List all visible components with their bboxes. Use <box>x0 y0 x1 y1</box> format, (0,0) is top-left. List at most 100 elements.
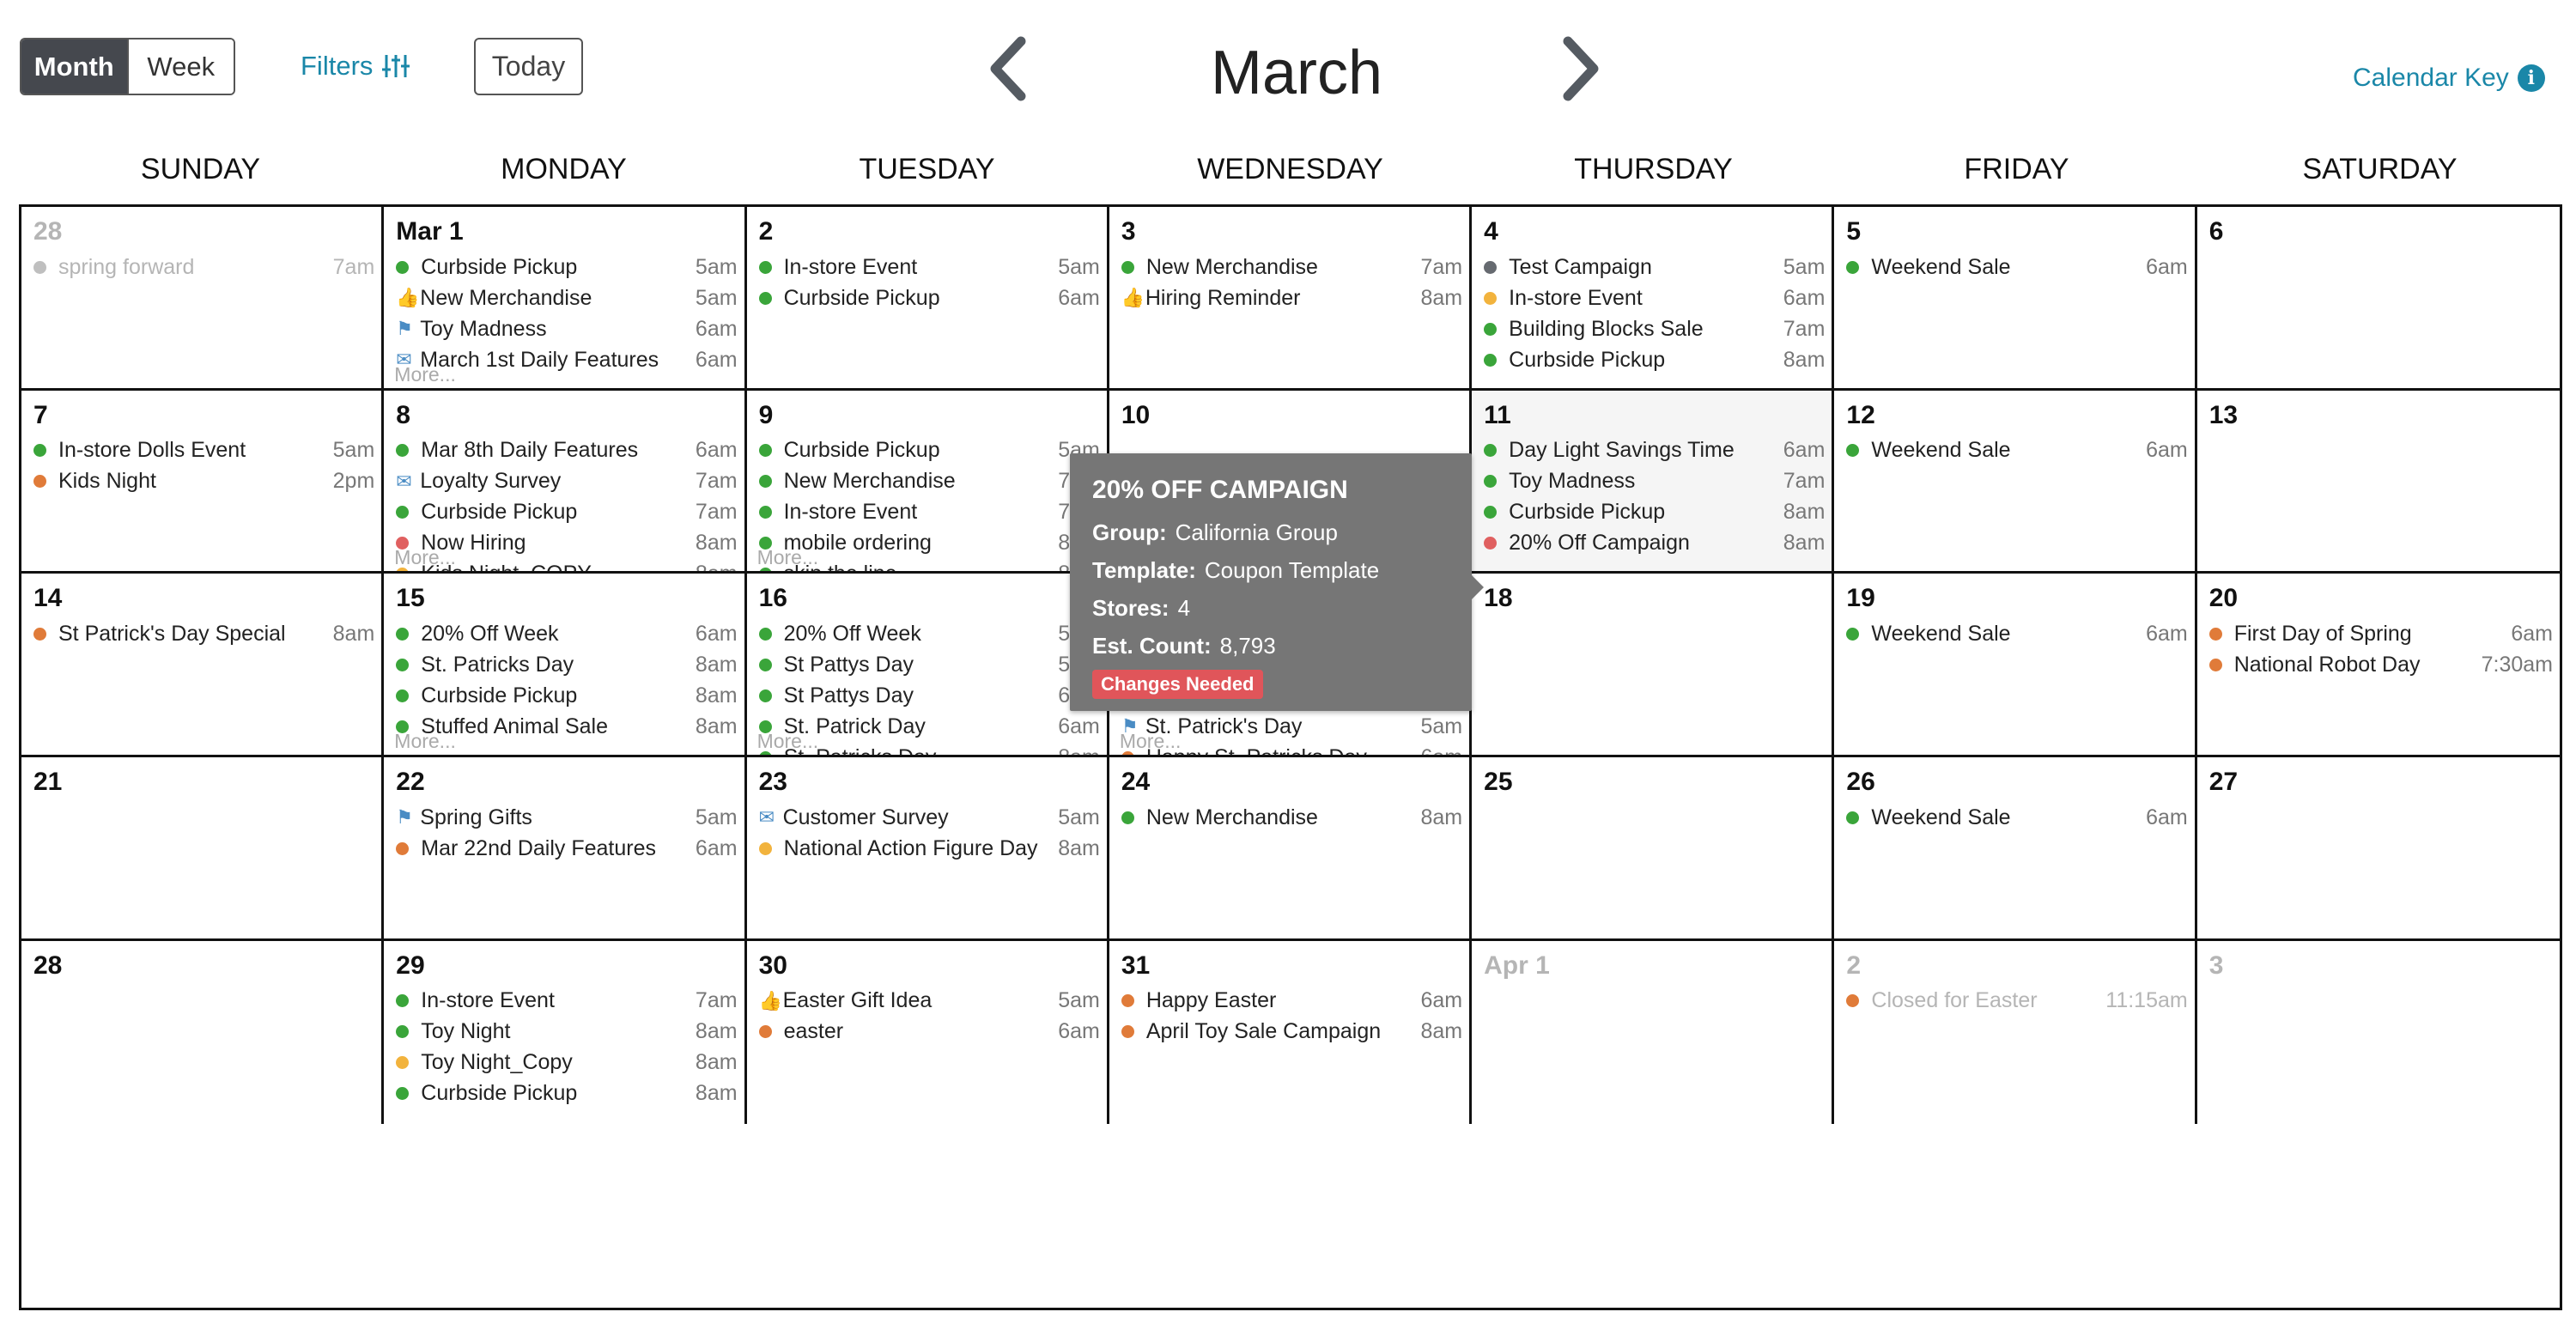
day-cell[interactable]: 6 <box>2196 207 2560 391</box>
calendar-event[interactable]: Curbside Pickup 8am <box>1484 497 1825 528</box>
calendar-event[interactable]: Mar 8th Daily Features 6am <box>396 435 738 466</box>
status-dot-icon <box>1846 994 1860 1008</box>
day-cell[interactable]: 20 First Day of Spring 6am National Robot D… <box>2196 574 2560 757</box>
calendar-event[interactable]: 👍 Hiring Reminder 8am <box>1121 282 1462 313</box>
calendar-event[interactable]: Curbside Pickup 5am <box>396 252 738 282</box>
calendar-event[interactable]: St Pattys Day5am <box>758 649 1100 680</box>
day-cell[interactable]: 3 <box>2197 941 2560 1125</box>
calendar-event[interactable]: April Toy Sale Campaign 8am <box>1121 1017 1462 1048</box>
calendar-event[interactable]: In-store Event7am <box>396 986 738 1017</box>
calendar-event[interactable]: 20% Off Week 6am <box>396 618 738 649</box>
calendar-event[interactable]: Mar 22nd Daily Features 6am <box>396 833 738 864</box>
day-cell[interactable]: 8 Mar 8th Daily Features 6am ✉ Loyalty Surve… <box>384 390 747 574</box>
status-dot-icon <box>2208 627 2222 641</box>
calendar-event[interactable]: Weekend Sale 6am <box>1846 618 2188 649</box>
calendar-event[interactable]: First Day of Spring 6am <box>2208 618 2553 649</box>
calendar-event[interactable]: Curbside Pickup 5am <box>758 435 1100 466</box>
day-cell[interactable]: 2 Closed for Easter 11:15am <box>1834 940 2197 1125</box>
calendar-event[interactable]: ⚑ Spring Gifts 5am <box>396 802 737 833</box>
calendar-event[interactable]: St. Patricks Day 8am <box>396 649 738 680</box>
calendar-event[interactable]: Curbside Pickup 8am <box>396 1078 738 1109</box>
filters-button[interactable]: Filters <box>301 47 410 85</box>
day-cell[interactable]: 21 <box>21 757 385 941</box>
today-button[interactable]: Today <box>474 38 583 95</box>
day-cell[interactable]: 23 ✉ Customer Survey 5am National Action Fig… <box>746 757 1109 941</box>
calendar-event[interactable]: New Merchandise 8am <box>1121 802 1462 833</box>
calendar-event[interactable]: Test Campaign 5am <box>1484 252 1825 282</box>
more-link[interactable]: More... <box>757 730 819 753</box>
calendar-event[interactable]: Curbside Pickup 8am <box>1484 344 1825 375</box>
calendar-event[interactable]: Curbside Pickup 7am <box>396 497 738 528</box>
day-cell[interactable]: 18 <box>1472 574 1835 757</box>
day-cell[interactable]: Apr 1 <box>1472 940 1835 1125</box>
day-cell[interactable]: 22 ⚑ Spring Gifts 5am Mar 22nd Daily Feature… <box>384 757 747 941</box>
calendar-event[interactable]: Toy Night_Copy 8am <box>396 1048 738 1078</box>
calendar-event[interactable]: Weekend Sale 6am <box>1846 802 2188 833</box>
prev-month-arrow-icon[interactable] <box>983 34 1035 103</box>
calendar-event[interactable]: spring forward 7am <box>33 252 374 282</box>
day-cell[interactable]: Mar 1 Curbside Pickup 5am 👍 New Merchandise 5… <box>384 207 747 391</box>
calendar-event[interactable]: Kids Night 2pm <box>33 466 374 497</box>
calendar-key-link[interactable]: Calendar Key i <box>2353 64 2545 93</box>
day-cell[interactable]: 4 Test Campaign 5am In-store Event 6am Buildi… <box>1472 207 1835 391</box>
calendar-event[interactable]: Day Light Savings Time 6am <box>1484 435 1825 466</box>
day-cell[interactable]: 27 <box>2196 757 2560 941</box>
calendar-event[interactable]: In-store Event 6am <box>1484 282 1825 313</box>
day-cell[interactable]: 11 Day Light Savings Time 6am Toy Madness 7a… <box>1472 390 1835 574</box>
calendar-event[interactable]: In-store Event7am <box>758 497 1100 528</box>
day-cell[interactable]: 5 Weekend Sale 6am <box>1834 207 2197 391</box>
day-cell[interactable]: 29 In-store Event 7am Toy Night 8am Toy Night… <box>384 940 747 1125</box>
status-dot-icon <box>33 475 46 489</box>
week-view-button[interactable]: Week <box>126 39 234 94</box>
day-cell[interactable]: 31 Happy Easter 6am April Toy Sale Campaign… <box>1109 940 1473 1125</box>
day-cell[interactable]: 19 Weekend Sale 6am <box>1834 574 2197 757</box>
day-cell[interactable]: 9Curbside Pickup5amNew Merchandise7amIn-… <box>746 390 1109 574</box>
day-cell[interactable]: 26 Weekend Sale 6am <box>1834 757 2197 941</box>
day-cell[interactable]: 14 St Patrick's Day Special 8am <box>21 574 385 757</box>
more-link[interactable]: More... <box>394 730 456 753</box>
calendar-event[interactable]: easter 6am <box>758 1017 1100 1048</box>
day-cell[interactable]: 3 New Merchandise 7am 👍 Hiring Reminder 8am <box>1109 207 1473 391</box>
more-link[interactable]: More... <box>394 363 456 386</box>
calendar-event[interactable]: In-store Event 5am <box>758 252 1100 282</box>
day-cell[interactable]: 30 👍 Easter Gift Idea 5am easter 6am <box>747 940 1109 1125</box>
calendar-event[interactable]: Toy Night 8am <box>396 1017 738 1048</box>
calendar-event[interactable]: Toy Madness 7am <box>1484 466 1825 497</box>
calendar-event[interactable]: Building Blocks Sale 7am <box>1484 313 1825 344</box>
calendar-event[interactable]: 👍 New Merchandise 5am <box>396 282 737 313</box>
calendar-event[interactable]: Happy Easter 6am <box>1121 986 1462 1017</box>
calendar-event[interactable]: Curbside Pickup 6am <box>758 282 1100 313</box>
more-link[interactable]: More... <box>757 546 819 569</box>
calendar-event[interactable]: Weekend Sale 6am <box>1846 252 2188 282</box>
calendar-event[interactable]: National Action Figure Day 8am <box>758 833 1100 864</box>
calendar-event[interactable]: Weekend Sale 6am <box>1846 435 2188 466</box>
calendar-event[interactable]: 20% Off Campaign 8am <box>1484 528 1825 559</box>
calendar-event[interactable]: Closed for Easter 11:15am <box>1846 986 2188 1017</box>
calendar-event[interactable]: ✉ Customer Survey 5am <box>759 802 1100 833</box>
calendar-event[interactable]: In-store Dolls Event 5am <box>33 435 374 466</box>
calendar-event[interactable]: St Pattys Day6am <box>758 680 1100 711</box>
calendar-event[interactable]: New Merchandise7am <box>1121 252 1462 282</box>
calendar-event[interactable]: ✉ Loyalty Survey 7am <box>396 466 737 497</box>
more-link[interactable]: More... <box>394 546 456 569</box>
day-cell[interactable]: 7 In-store Dolls Event 5am Kids Night 2pm <box>21 390 385 574</box>
day-cell[interactable]: 12 Weekend Sale 6am <box>1834 390 2197 574</box>
day-cell[interactable]: 2 In-store Event 5am Curbside Pickup 6am <box>746 207 1109 391</box>
day-cell[interactable]: 24 New Merchandise 8am <box>1109 757 1473 941</box>
day-cell[interactable]: 28 spring forward 7am <box>21 207 385 391</box>
calendar-event[interactable]: 20% Off Week5am <box>758 618 1100 649</box>
calendar-event[interactable]: Curbside Pickup 8am <box>396 680 738 711</box>
calendar-event[interactable]: 👍 Easter Gift Idea 5am <box>759 986 1100 1017</box>
calendar-event[interactable]: St Patrick's Day Special 8am <box>33 618 374 649</box>
calendar-event[interactable]: National Robot Day 7:30am <box>2208 649 2553 680</box>
day-cell[interactable]: 28 <box>21 940 385 1125</box>
day-cell[interactable]: 1620% Off Week5amSt Pattys Day5amSt Patt… <box>746 574 1109 757</box>
month-view-button[interactable]: Month <box>21 39 127 94</box>
day-cell[interactable]: 13 <box>2196 391 2560 574</box>
next-month-arrow-icon[interactable] <box>1554 34 1606 103</box>
calendar-event[interactable]: ⚑ Toy Madness 6am <box>396 313 737 344</box>
day-cell[interactable]: 25 <box>1472 757 1835 941</box>
day-cell[interactable]: 15 20% Off Week 6am St. Patricks Day 8am Curb… <box>384 574 747 757</box>
more-link[interactable]: More... <box>1120 730 1182 753</box>
calendar-event[interactable]: New Merchandise7am <box>758 466 1100 497</box>
